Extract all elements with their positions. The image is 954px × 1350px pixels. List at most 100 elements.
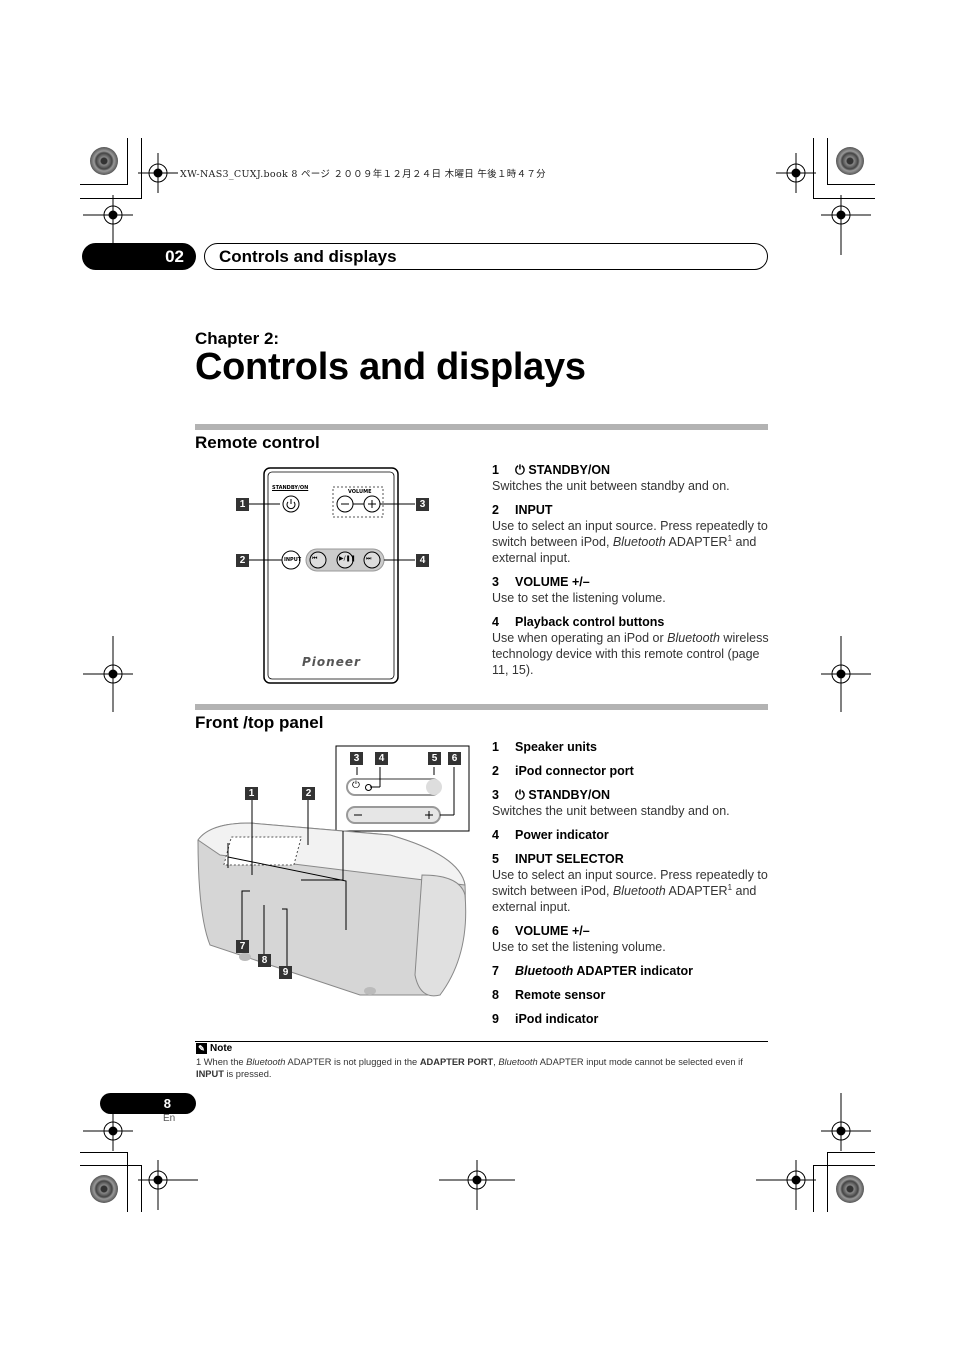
item-number: 1	[492, 463, 499, 477]
bold-term: ADAPTER PORT	[419, 1057, 494, 1067]
registration-seal	[90, 1175, 118, 1203]
item-title: iPod indicator	[515, 1012, 599, 1026]
item-heading: 6 VOLUME +/–	[492, 923, 772, 939]
page-language: En	[163, 1113, 176, 1124]
section-divider	[195, 704, 768, 710]
item-number: 3	[492, 575, 499, 589]
power-icon: ⏻	[515, 788, 529, 802]
list-item: 4 Power indicator	[492, 827, 772, 843]
panel-power-indicator	[365, 784, 372, 791]
note-divider	[195, 1041, 768, 1042]
list-item: 4 Playback control buttons Use when operat…	[492, 614, 772, 678]
remote-volume-label: VOLUME	[348, 489, 372, 495]
item-number: 1	[492, 740, 499, 754]
item-title: INPUT SELECTOR	[515, 852, 624, 866]
note-heading: ✎ Note	[196, 1043, 232, 1054]
italic-term: Bluetooth	[498, 1057, 538, 1067]
item-heading: 3 ⏻ STANDBY/ON	[492, 787, 772, 803]
note-part: ADAPTER is not plugged in the	[285, 1057, 420, 1067]
list-item: 2 INPUT Use to select an input source. Pre…	[492, 502, 772, 566]
item-description: Use to set the listening volume.	[492, 940, 666, 954]
desc-text: ADAPTER	[665, 884, 728, 898]
item-heading: 1 Speaker units	[492, 739, 772, 755]
note-text: 1 When the Bluetooth ADAPTER is not plug…	[196, 1056, 771, 1080]
callout-1: 1	[245, 787, 258, 800]
item-title: Power indicator	[515, 828, 609, 842]
item-heading: 9 iPod indicator	[492, 1011, 772, 1027]
list-item: 8 Remote sensor	[492, 987, 772, 1003]
callout-6: 6	[448, 752, 461, 765]
item-number: 5	[492, 852, 499, 866]
item-number: 4	[492, 828, 499, 842]
list-item: 3 VOLUME +/– Use to set the listening volu…	[492, 574, 772, 606]
section-title-front: Front /top panel	[195, 713, 324, 732]
item-description: Switches the unit between standby and on…	[492, 804, 730, 818]
list-item: 3 ⏻ STANDBY/ON Switches the unit between s…	[492, 787, 772, 819]
list-item: 2 iPod connector port	[492, 763, 772, 779]
registration-seal	[90, 147, 118, 175]
list-item: 1 Speaker units	[492, 739, 772, 755]
remote-next-icon: ⏭	[366, 555, 372, 562]
italic-term: Bluetooth	[246, 1057, 286, 1067]
section-title-remote: Remote control	[195, 433, 320, 452]
note-part: ADAPTER input mode cannot be selected ev…	[537, 1057, 743, 1067]
remote-standby-label: STANDBY/ON	[272, 485, 309, 491]
item-description: Use to select an input source. Press rep…	[492, 518, 772, 566]
callout-5: 5	[428, 752, 441, 765]
item-title: STANDBY/ON	[528, 788, 611, 802]
callout-4: 4	[416, 554, 429, 567]
item-title: VOLUME +/–	[515, 924, 590, 938]
italic-term: Bluetooth	[612, 884, 666, 898]
page-number: 8	[100, 1093, 196, 1114]
registration-seal	[836, 147, 864, 175]
callout-2: 2	[236, 554, 249, 567]
item-number: 8	[492, 988, 499, 1002]
item-number: 4	[492, 615, 499, 629]
note-part: 1 When the	[196, 1057, 247, 1067]
item-number: 2	[492, 764, 499, 778]
italic-term: Bluetooth	[515, 964, 574, 978]
pioneer-logo: Pioneer	[302, 655, 361, 669]
item-title: Speaker units	[515, 740, 597, 754]
item-title: ADAPTER indicator	[573, 964, 694, 978]
front-panel-diagram: 1 2 3 4 5 6 7 8 9 ⏻	[190, 745, 480, 1010]
item-heading: 1 ⏻ STANDBY/ON	[492, 462, 772, 478]
item-description: Use to set the listening volume.	[492, 591, 666, 605]
front-items-list: 1 Speaker units 2 iPod connector port 3 ⏻ STA…	[492, 739, 772, 1035]
panel-power-icon: ⏻	[352, 780, 360, 791]
desc-text: Use when operating an iPod or	[492, 631, 668, 645]
remote-ffwd-icon: ⏮	[312, 555, 318, 562]
item-title: Remote sensor	[515, 988, 606, 1002]
item-heading: 7 Bluetooth ADAPTER indicator	[492, 963, 772, 979]
item-number: 7	[492, 964, 499, 978]
remote-input-label: INPUT	[284, 557, 302, 563]
remote-play-pause-icon: ▶/❚❚	[339, 555, 356, 562]
callout-2: 2	[302, 787, 315, 800]
item-description: Use when operating an iPod or Bluetooth …	[492, 630, 772, 678]
item-heading: 4 Power indicator	[492, 827, 772, 843]
remote-control-diagram: STANDBY/ON VOLUME INPUT ⏮ ▶/❚❚ ⏭ Pioneer…	[230, 465, 440, 690]
item-heading: 2 INPUT	[492, 502, 772, 518]
item-number: 6	[492, 924, 499, 938]
list-item: 5 INPUT SELECTOR Use to select an input so…	[492, 851, 772, 915]
item-number: 3	[492, 788, 499, 802]
section-divider	[195, 424, 768, 430]
chapter-number-tab: 02	[82, 243, 196, 270]
item-title: Playback control buttons	[515, 615, 665, 629]
item-title: STANDBY/ON	[528, 463, 611, 477]
item-heading: 8 Remote sensor	[492, 987, 772, 1003]
power-icon: ⏻	[515, 463, 529, 477]
remote-items-list: 1 ⏻ STANDBY/ON Switches the unit between s…	[492, 462, 772, 686]
callout-4: 4	[375, 752, 388, 765]
bold-term: INPUT	[196, 1069, 224, 1079]
callout-9: 9	[279, 966, 292, 979]
registration-seal	[836, 1175, 864, 1203]
italic-term: Bluetooth	[612, 535, 666, 549]
callout-3: 3	[416, 498, 429, 511]
list-item: 6 VOLUME +/– Use to set the listening volu…	[492, 923, 772, 955]
item-heading: 3 VOLUME +/–	[492, 574, 772, 590]
registration-targets	[83, 153, 871, 1210]
item-heading: 4 Playback control buttons	[492, 614, 772, 630]
item-title: iPod connector port	[515, 764, 634, 778]
list-item: 1 ⏻ STANDBY/ON Switches the unit between s…	[492, 462, 772, 494]
